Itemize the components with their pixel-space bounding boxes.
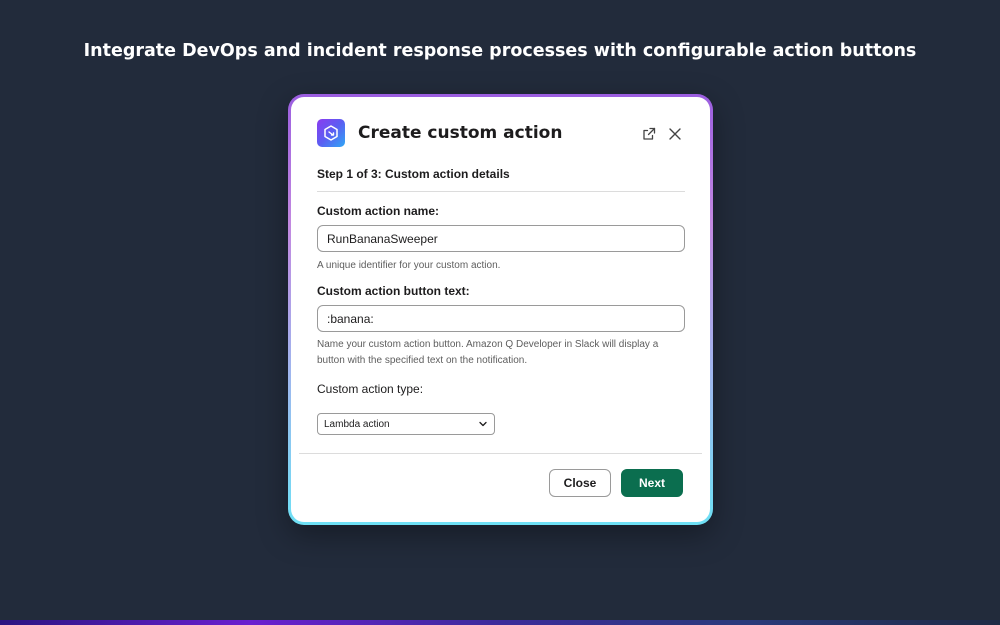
modal-frame: Create custom action Step 1 of 3: Custom… <box>288 94 713 525</box>
next-button[interactable]: Next <box>621 469 683 497</box>
custom-action-button-text-help: Name your custom action button. Amazon Q… <box>317 339 659 366</box>
close-icon[interactable] <box>667 126 683 142</box>
custom-action-type-label: Custom action type: <box>317 382 424 396</box>
chevron-down-icon <box>479 421 487 427</box>
custom-action-type-selected: Lambda action <box>324 418 390 430</box>
amazon-q-icon <box>317 119 345 147</box>
close-button[interactable]: Close <box>549 469 611 497</box>
step-indicator: Step 1 of 3: Custom action details <box>317 167 510 181</box>
modal-title: Create custom action <box>358 123 563 143</box>
custom-action-button-text-label: Custom action button text: <box>317 284 470 298</box>
custom-action-type-select[interactable]: Lambda action <box>317 413 495 435</box>
custom-action-name-label: Custom action name: <box>317 204 440 218</box>
create-custom-action-modal: Create custom action Step 1 of 3: Custom… <box>291 97 710 522</box>
custom-action-button-text-input[interactable] <box>317 305 685 332</box>
header-divider <box>317 191 685 192</box>
footer-divider <box>299 453 702 454</box>
custom-action-name-input[interactable] <box>317 225 685 252</box>
bottom-accent-bar <box>0 620 1000 625</box>
custom-action-name-help: A unique identifier for your custom acti… <box>317 260 501 271</box>
external-link-icon[interactable] <box>641 126 657 142</box>
page-headline: Integrate DevOps and incident response p… <box>83 41 917 61</box>
